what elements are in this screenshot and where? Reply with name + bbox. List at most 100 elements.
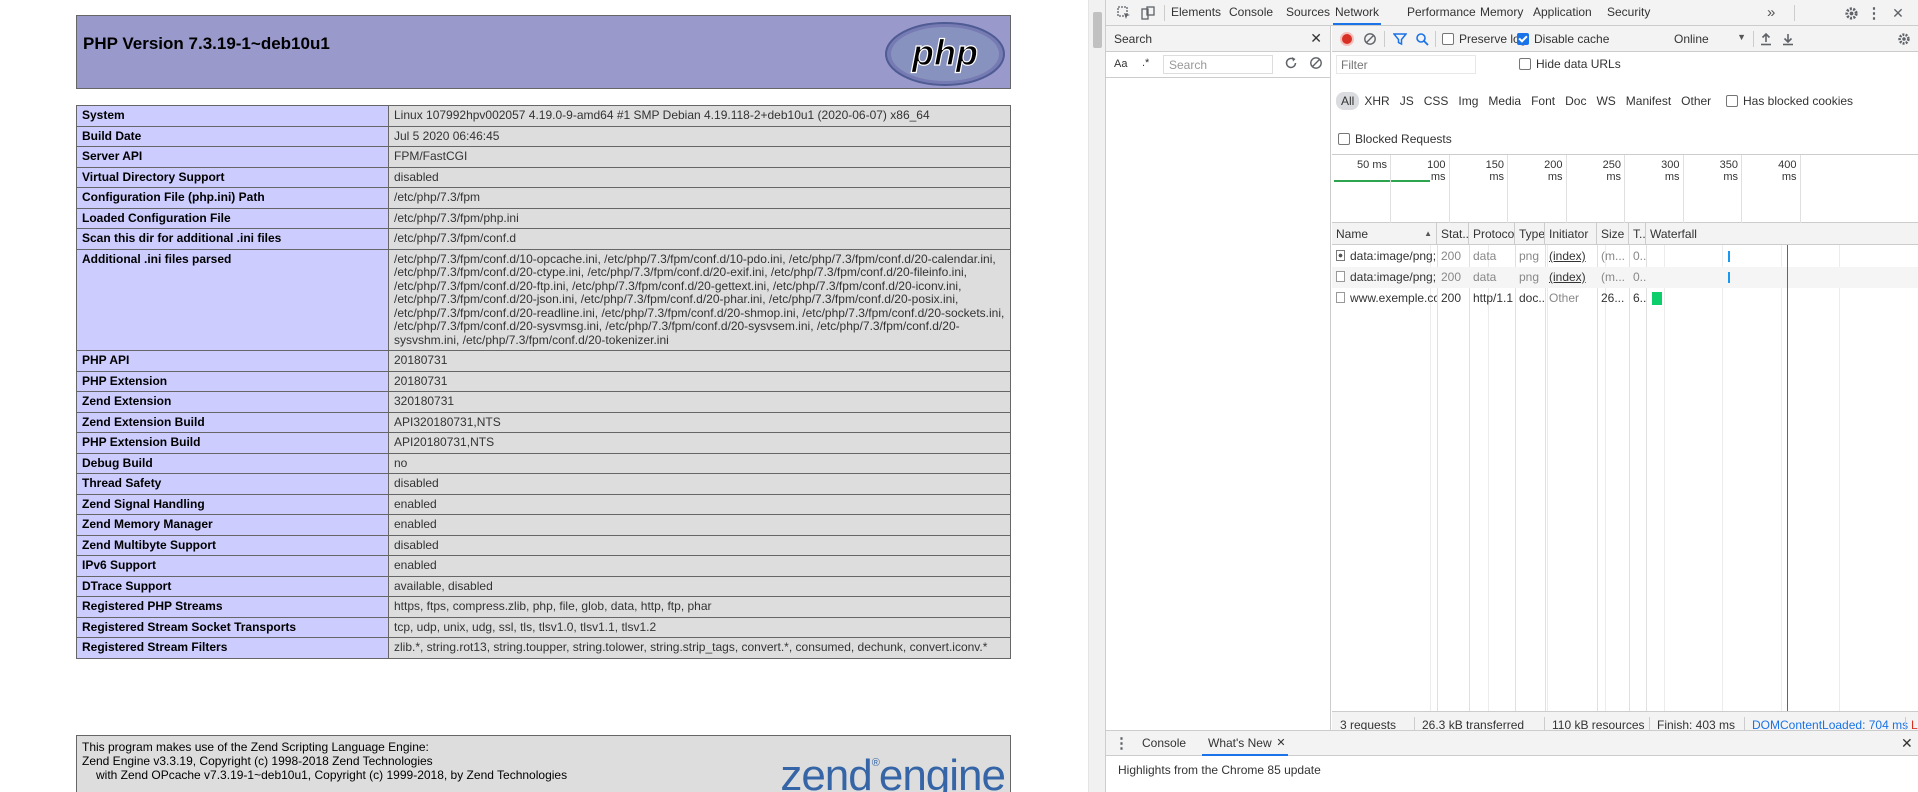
hide-data-urls-box[interactable]: [1519, 58, 1531, 70]
php-info-key: PHP Extension: [76, 370, 389, 392]
disable-cache-checkbox[interactable]: Disable cache: [1517, 32, 1609, 46]
php-info-key: Zend Memory Manager: [76, 514, 389, 536]
column-header-type[interactable]: Type: [1515, 223, 1545, 245]
filter-type-img[interactable]: Img: [1453, 92, 1483, 110]
php-info-value: available, disabled: [388, 575, 1011, 597]
php-info-key: Virtual Directory Support: [76, 166, 389, 188]
tab-network[interactable]: Network: [1333, 0, 1382, 25]
chevron-down-icon: ▼: [1737, 32, 1746, 42]
refresh-icon[interactable]: [1284, 56, 1298, 73]
drawer-tab-console[interactable]: Console: [1142, 731, 1186, 756]
column-header-initiator[interactable]: Initiator: [1545, 223, 1597, 245]
php-info-value: https, ftps, compress.zlib, php, file, g…: [388, 596, 1011, 618]
php-info-table: System Linux 107992hpv002057 4.19.0-9-amd…: [76, 105, 1011, 659]
column-header-status[interactable]: Stat...: [1437, 223, 1469, 245]
settings-gear-icon[interactable]: [1841, 3, 1861, 23]
request-initiator-cell[interactable]: (index): [1545, 267, 1597, 288]
page-scrollbar-thumb[interactable]: [1093, 12, 1102, 48]
close-search-icon[interactable]: ✕: [1310, 30, 1322, 47]
table-row[interactable]: data:image/png;... 200 data png (index) (m...…: [1332, 267, 1918, 288]
table-row[interactable]: data:image/png;... 200 data png (index) (m...…: [1332, 246, 1918, 267]
request-initiator-cell[interactable]: (index): [1545, 246, 1597, 267]
table-row[interactable]: www.exemple.com 200 http/1.1 doc... Other 26.…: [1332, 288, 1918, 309]
close-drawer-icon[interactable]: ✕: [1901, 731, 1913, 756]
preserve-log-checkbox[interactable]: Preserve log: [1442, 32, 1526, 46]
filter-type-other[interactable]: Other: [1676, 92, 1716, 110]
filter-type-doc[interactable]: Doc: [1560, 92, 1591, 110]
request-protocol-cell: http/1.1: [1473, 291, 1514, 305]
zend-credit-line-3: with Zend OPcache v7.3.19-1~deb10u1, Cop…: [96, 768, 568, 782]
waterfall-gridline: [1605, 245, 1606, 711]
php-info-key: PHP Extension Build: [76, 432, 389, 454]
customize-menu-icon[interactable]: ⋮: [1864, 3, 1884, 23]
export-har-icon[interactable]: [1779, 30, 1797, 48]
blocked-requests-checkbox[interactable]: Blocked Requests: [1338, 132, 1452, 146]
filter-input[interactable]: [1336, 55, 1476, 74]
column-header-size[interactable]: Size: [1597, 223, 1629, 245]
hide-data-urls-checkbox[interactable]: Hide data URLs: [1519, 57, 1621, 71]
filter-type-css[interactable]: CSS: [1419, 92, 1454, 110]
has-blocked-cookies-box[interactable]: [1726, 95, 1738, 107]
php-info-row: Registered PHP Streams https, ftps, compr…: [76, 596, 1011, 618]
search-input[interactable]: [1163, 55, 1273, 74]
php-info-value: Jul 5 2020 06:46:45: [388, 125, 1011, 147]
page-viewport: PHP Version 7.3.19-1~deb10u1 php System L…: [0, 0, 1088, 792]
throttling-select[interactable]: Online ▼: [1674, 32, 1746, 46]
filter-type-font[interactable]: Font: [1526, 92, 1560, 110]
column-header-time[interactable]: T...: [1629, 223, 1646, 245]
tab-application[interactable]: Application: [1531, 0, 1594, 25]
import-har-icon[interactable]: [1757, 30, 1775, 48]
filter-type-xhr[interactable]: XHR: [1359, 92, 1394, 110]
tab-performance[interactable]: Performance: [1405, 0, 1478, 25]
php-info-key: DTrace Support: [76, 575, 389, 597]
close-tab-icon[interactable]: ✕: [1276, 731, 1285, 756]
waterfall-gridline: [1430, 245, 1431, 711]
inspect-element-icon[interactable]: [1114, 3, 1134, 23]
filter-funnel-icon[interactable]: [1391, 30, 1409, 48]
tab-elements[interactable]: Elements: [1169, 0, 1223, 25]
toolbar-separator: [1384, 31, 1385, 47]
drawer-menu-icon[interactable]: ⋮: [1114, 731, 1129, 756]
tabbar-separator: [1794, 5, 1795, 21]
clear-log-icon[interactable]: [1361, 30, 1379, 48]
search-icon[interactable]: [1413, 30, 1431, 48]
waterfall-gridline: [1722, 245, 1723, 711]
filter-type-ws[interactable]: WS: [1591, 92, 1620, 110]
match-case-button[interactable]: Aa: [1114, 58, 1127, 70]
tab-console[interactable]: Console: [1227, 0, 1275, 25]
waterfall-gridline: [1488, 245, 1489, 711]
column-header-name[interactable]: Name ▲: [1332, 223, 1437, 245]
php-info-value: /etc/php/7.3/fpm/conf.d: [388, 228, 1011, 250]
column-header-protocol[interactable]: Protocol: [1469, 223, 1515, 245]
overview-timeline[interactable]: 50 ms 100 ms 150 ms 200 ms 250 ms 300 ms 350 m…: [1332, 155, 1918, 223]
filter-type-manifest[interactable]: Manifest: [1621, 92, 1676, 110]
filter-type-js[interactable]: JS: [1395, 92, 1419, 110]
device-toolbar-icon[interactable]: [1138, 3, 1158, 23]
column-divider: [1646, 245, 1647, 711]
timeline-tick-label: 200 ms: [1544, 159, 1563, 183]
more-tabs-button[interactable]: »: [1767, 0, 1775, 25]
close-devtools-icon[interactable]: ✕: [1888, 3, 1908, 23]
php-info-key: Zend Multibyte Support: [76, 534, 389, 556]
clear-search-icon[interactable]: [1309, 56, 1323, 73]
tab-security[interactable]: Security: [1605, 0, 1652, 25]
tab-sources[interactable]: Sources: [1284, 0, 1332, 25]
tab-memory[interactable]: Memory: [1478, 0, 1525, 25]
page-scrollbar[interactable]: [1088, 0, 1105, 792]
record-button[interactable]: [1340, 32, 1354, 46]
column-header-waterfall[interactable]: Waterfall: [1646, 223, 1918, 245]
blocked-requests-box[interactable]: [1338, 133, 1350, 145]
network-settings-gear-icon[interactable]: [1895, 30, 1913, 48]
php-info-key: Registered PHP Streams: [76, 596, 389, 618]
timeline-gridline: [1682, 155, 1684, 223]
filter-type-media[interactable]: Media: [1483, 92, 1526, 110]
regex-button[interactable]: .*: [1142, 57, 1149, 69]
preserve-log-box[interactable]: [1442, 33, 1454, 45]
request-name-text: data:image/png;...: [1350, 270, 1437, 284]
has-blocked-cookies-checkbox[interactable]: Has blocked cookies: [1726, 94, 1853, 108]
drawer-tab-whats-new[interactable]: What's New ✕: [1202, 731, 1288, 756]
filter-type-all[interactable]: All: [1336, 92, 1360, 110]
zend-engine-box: This program makes use of the Zend Scrip…: [76, 735, 1011, 792]
disable-cache-box[interactable]: [1517, 33, 1529, 45]
php-info-row: Additional .ini files parsed/etc/php/7.3…: [76, 248, 1011, 351]
